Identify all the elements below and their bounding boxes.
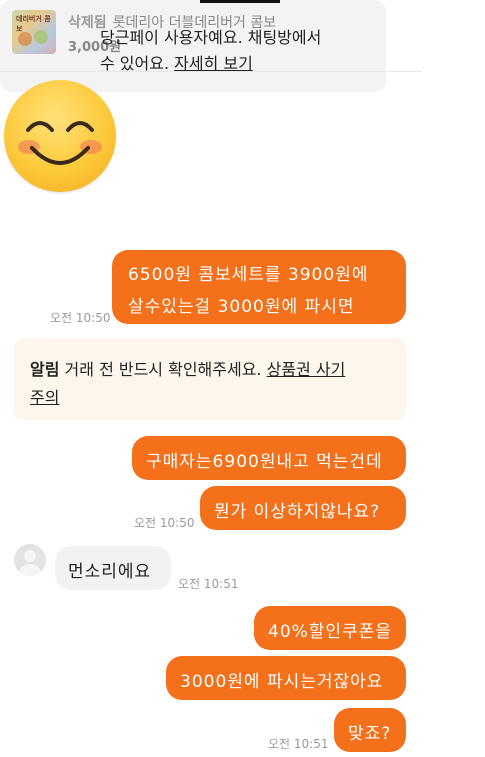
system-notice-text: 수 있어요.	[100, 54, 175, 73]
alert-line2: 주의	[30, 384, 59, 408]
chat-bubble-sent[interactable]: 구매자는6900원내고 먹는건데	[132, 436, 406, 480]
message-time: 오전 10:51	[268, 737, 329, 751]
chat-bubble-sent[interactable]: 40%할인쿠폰을	[254, 606, 406, 650]
system-notice-line1: 당근페이 사용자예요. 채팅방에서	[100, 28, 322, 47]
alert-label: 알림	[30, 360, 60, 379]
message-line: 6500원 콤보세트를 3900원에	[128, 265, 369, 285]
product-thumbnail: 데리버거 콤보	[12, 10, 56, 54]
gift-card-scam-link-2[interactable]: 주의	[30, 388, 59, 407]
alert-text: 거래 전 반드시 확인해주세요.	[59, 360, 267, 379]
smiling-emoji-icon	[4, 80, 116, 192]
details-link[interactable]: 자세히 보기	[174, 54, 253, 73]
message-line: 먼소리에요	[68, 562, 152, 582]
message-line: 살수있는걸 3000원에 파시면	[128, 297, 355, 317]
alert-line1: 알림 거래 전 반드시 확인해주세요. 상품권 사기	[30, 356, 345, 380]
message-line: 3000원에 파시는거잖아요	[180, 672, 384, 692]
message-time: 오전 10:50	[134, 516, 195, 530]
gift-card-scam-link[interactable]: 상품권 사기	[267, 360, 346, 379]
chat-bubble-sent[interactable]: 뭔가 이상하지않나요?	[200, 486, 406, 530]
chat-bubble-sent[interactable]: 맞죠?	[334, 708, 406, 752]
message-line: 구매자는6900원내고 먹는건데	[146, 452, 383, 472]
message-line: 맞죠?	[348, 724, 392, 744]
message-line: 40%할인쿠폰을	[268, 622, 392, 642]
system-notice-line2: 수 있어요. 자세히 보기	[100, 50, 253, 74]
alert-notice: 알림 거래 전 반드시 확인해주세요. 상품권 사기 주의	[14, 338, 406, 420]
message-time: 오전 10:50	[50, 311, 111, 325]
chat-bubble-received[interactable]: 먼소리에요	[55, 546, 171, 590]
chat-bubble-sent[interactable]: 6500원 콤보세트를 3900원에 살수있는걸 3000원에 파시면	[112, 250, 406, 324]
default-avatar-icon[interactable]	[14, 544, 46, 576]
message-time: 오전 10:51	[178, 577, 239, 591]
message-line: 뭔가 이상하지않나요?	[214, 502, 381, 522]
chat-bubble-sent[interactable]: 3000원에 파시는거잖아요	[166, 656, 406, 700]
